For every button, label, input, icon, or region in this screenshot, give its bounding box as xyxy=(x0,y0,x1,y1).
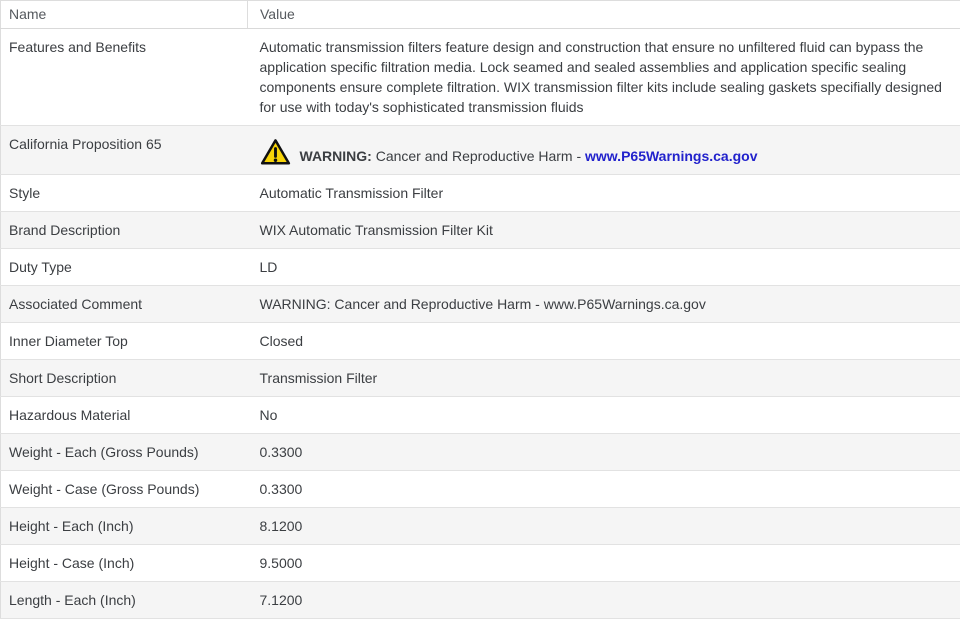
spec-value: Closed xyxy=(247,322,960,360)
table-row: California Proposition 65 WARNING: Cance… xyxy=(0,125,960,175)
table-row: Associated Comment WARNING: Cancer and R… xyxy=(0,285,960,323)
warning-triangle-icon xyxy=(260,138,291,166)
spec-value: Automatic Transmission Filter xyxy=(247,174,960,212)
spec-name: Associated Comment xyxy=(0,285,248,323)
table-row: Short Description Transmission Filter xyxy=(0,359,960,397)
spec-name: Hazardous Material xyxy=(0,396,248,434)
spec-value: Automatic transmission filters feature d… xyxy=(247,28,960,126)
warning-bold-label: WARNING: xyxy=(299,148,372,164)
spec-value: 7.1200 xyxy=(247,581,960,619)
warning-text: WARNING: Cancer and Reproductive Harm - … xyxy=(300,146,758,166)
spec-value: WARNING: Cancer and Reproductive Harm - … xyxy=(247,125,960,175)
spec-name: Weight - Case (Gross Pounds) xyxy=(0,470,248,508)
table-row: Features and Benefits Automatic transmis… xyxy=(0,28,960,126)
spec-name: Duty Type xyxy=(0,248,248,286)
spec-value: WIX Automatic Transmission Filter Kit xyxy=(247,211,960,249)
table-row: Hazardous Material No xyxy=(0,396,960,434)
spec-value: 8.1200 xyxy=(247,507,960,545)
spec-name: Short Description xyxy=(0,359,248,397)
spec-name: Features and Benefits xyxy=(0,28,248,126)
table-row: Style Automatic Transmission Filter xyxy=(0,174,960,212)
product-specs-table: Name Value Features and Benefits Automat… xyxy=(0,0,960,619)
spec-name: Brand Description xyxy=(0,211,248,249)
table-row: Brand Description WIX Automatic Transmis… xyxy=(0,211,960,249)
table-row: Duty Type LD xyxy=(0,248,960,286)
table-row: Length - Each (Inch) 7.1200 xyxy=(0,581,960,619)
spec-value: 0.3300 xyxy=(247,433,960,471)
table-row: Weight - Each (Gross Pounds) 0.3300 xyxy=(0,433,960,471)
spec-value: WARNING: Cancer and Reproductive Harm - … xyxy=(247,285,960,323)
table-row: Inner Diameter Top Closed xyxy=(0,322,960,360)
p65-warnings-link[interactable]: www.P65Warnings.ca.gov xyxy=(585,148,757,164)
spec-name: Weight - Each (Gross Pounds) xyxy=(0,433,248,471)
spec-value: Transmission Filter xyxy=(247,359,960,397)
table-header-row: Name Value xyxy=(0,0,960,29)
spec-value: No xyxy=(247,396,960,434)
spec-name: Height - Each (Inch) xyxy=(0,507,248,545)
spec-name: Style xyxy=(0,174,248,212)
spec-value: 0.3300 xyxy=(247,470,960,508)
table-row: Height - Case (Inch) 9.5000 xyxy=(0,544,960,582)
spec-value: 9.5000 xyxy=(247,544,960,582)
spec-name: Height - Case (Inch) xyxy=(0,544,248,582)
spec-value: LD xyxy=(247,248,960,286)
table-row: Height - Each (Inch) 8.1200 xyxy=(0,507,960,545)
spec-name: Inner Diameter Top xyxy=(0,322,248,360)
spec-name: Length - Each (Inch) xyxy=(0,581,248,619)
warning-message: Cancer and Reproductive Harm - xyxy=(371,148,586,164)
column-header-value: Value xyxy=(247,0,960,29)
spec-name: California Proposition 65 xyxy=(0,125,248,175)
table-row: Weight - Case (Gross Pounds) 0.3300 xyxy=(0,470,960,508)
column-header-name: Name xyxy=(0,0,248,29)
